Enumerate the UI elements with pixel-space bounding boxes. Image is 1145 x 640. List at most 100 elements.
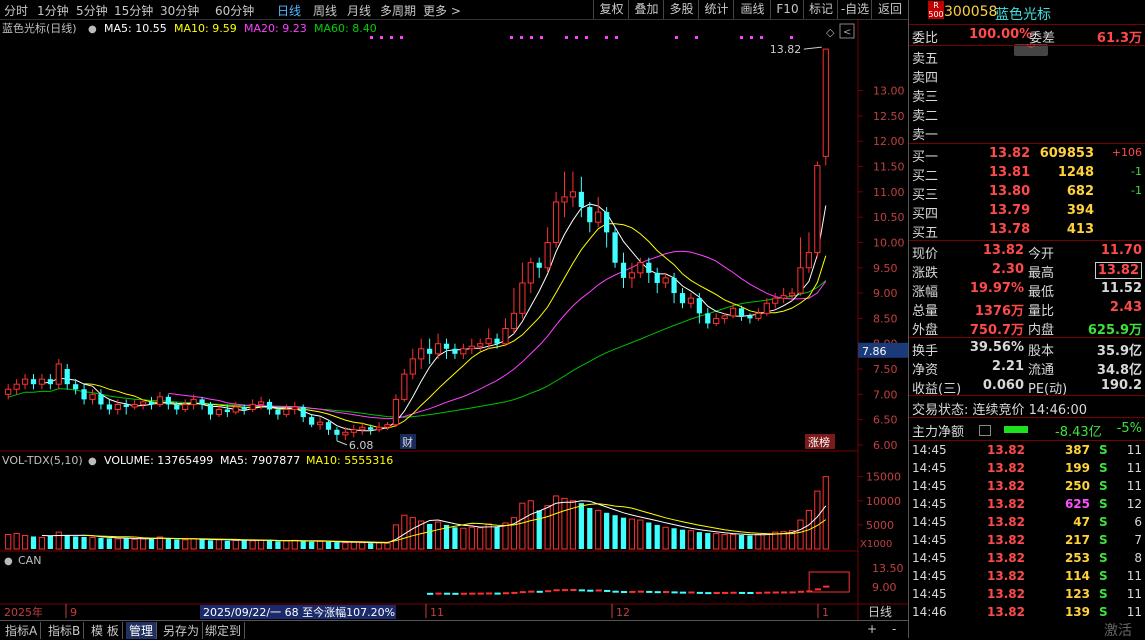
weicha-value: 61.3万 [1096, 31, 1142, 46]
date-tick-label: 12 [616, 606, 630, 619]
candle-body [73, 384, 79, 390]
bottom-tab-4[interactable]: 另存为 [160, 622, 204, 639]
volume-bar [427, 523, 433, 549]
signal-dot [675, 36, 678, 39]
stat-label: 今开 [1028, 247, 1055, 262]
volume-bar [696, 532, 702, 549]
toolbar-button-5[interactable]: F10 [770, 0, 804, 19]
period-tab-7[interactable]: 周线 [313, 2, 337, 19]
candle-body [156, 396, 164, 405]
high-pointer [803, 46, 822, 50]
period-tab-9[interactable]: 多周期 [380, 2, 416, 19]
can-bar [738, 591, 746, 594]
buy-level-4[interactable]: 买五 13.78 413 [909, 221, 1145, 241]
stat-value: 1376万 [974, 304, 1024, 319]
buy-level-price: 13.81 [989, 165, 1031, 180]
vol-title: VOL-TDX(5,10) [2, 454, 83, 467]
stat-value: 2.30 [991, 262, 1024, 277]
buy-level-label: 买五 [912, 226, 939, 241]
buy-level-1[interactable]: 买二 13.81 1248 -1 [909, 164, 1145, 184]
bottom-tab-3[interactable]: 管理 [126, 622, 158, 639]
tick-volume: 47 [1073, 515, 1090, 529]
candle-body [224, 409, 230, 413]
bottom-tab-0[interactable]: 指标A [2, 622, 42, 639]
sell-level-label: 卖一 [912, 128, 939, 143]
stat-value: 750.7万 [969, 323, 1024, 338]
can-bar [545, 590, 552, 593]
toolbar-button-3[interactable]: 统计 [698, 0, 734, 19]
period-tab-6[interactable]: 日线 [277, 2, 301, 19]
tick-time: 14:45 [912, 461, 947, 475]
buy-level-change: -1 [1131, 184, 1142, 197]
signal-dot [740, 36, 743, 39]
tick-time: 14:45 [912, 479, 947, 493]
buy-level-0[interactable]: 买一 13.82 609853 +106 [909, 145, 1145, 165]
candle-body [671, 277, 677, 294]
zoom-out-button[interactable]: - [889, 622, 899, 636]
toolbar-button-7[interactable]: -自选 [837, 0, 872, 19]
period-tab-3[interactable]: 15分钟 [114, 2, 153, 19]
volume-bar [620, 517, 627, 549]
candle-body [300, 406, 306, 418]
period-tab-10[interactable]: 更多 > [423, 2, 461, 19]
main-flow-pct: -5% [1116, 421, 1142, 436]
buy-level-label: 买一 [912, 150, 939, 165]
toolbar-button-0[interactable]: 复权 [593, 0, 629, 19]
bottom-tab-1[interactable]: 指标B [45, 622, 85, 639]
buy-level-volume: 682 [1066, 184, 1094, 199]
kline-chart[interactable]: 蓝色光标(日线) ● MA5: 10.55 MA10: 9.59 MA20: 9.23 M… [0, 20, 908, 620]
buy-level-3[interactable]: 买四 13.79 394 [909, 202, 1145, 222]
toolbar-button-1[interactable]: 叠加 [628, 0, 664, 19]
volume-bar [384, 542, 391, 550]
period-tab-8[interactable]: 月线 [347, 2, 371, 19]
toolbar-button-8[interactable]: 返回 [871, 0, 908, 19]
candle-body [822, 48, 829, 157]
sell-level-2[interactable]: 卖三 [909, 85, 1145, 105]
sell-level-4[interactable]: 卖一 [909, 123, 1145, 143]
can-bar [595, 589, 602, 592]
tick-time: 14:45 [912, 443, 947, 457]
stat-row-2: 涨幅 19.97% 最低 11.52 [909, 280, 1145, 300]
volume-bar [334, 542, 340, 549]
high-price-label: 13.82 [770, 43, 802, 56]
can-bar [502, 592, 510, 595]
volume-bar [713, 533, 720, 550]
sell-level-0[interactable]: 卖五 [909, 47, 1145, 67]
volume-bar [283, 540, 290, 550]
candle-body [283, 409, 290, 416]
volume-bar [316, 540, 324, 550]
volume-bar [409, 517, 416, 550]
buy-level-2[interactable]: 买三 13.80 682 -1 [909, 183, 1145, 203]
toolbar-button-4[interactable]: 画线 [733, 0, 771, 19]
can-bar [494, 592, 501, 595]
y-axis-label: 6.50 [873, 414, 898, 427]
sell-level-1[interactable]: 卖四 [909, 66, 1145, 86]
toolbar-button-6[interactable]: 标记 [803, 0, 838, 19]
zoom-in-button[interactable]: + [864, 622, 880, 636]
volume-bar [587, 508, 593, 549]
toolbar-button-2[interactable]: 多股 [663, 0, 699, 19]
signal-dot [750, 36, 753, 39]
period-tab-5[interactable]: 60分钟 [215, 2, 254, 19]
list-icon[interactable] [979, 425, 991, 436]
volume-bar [64, 535, 70, 549]
bottom-tab-2[interactable]: 模 板 [88, 622, 123, 639]
period-tab-1[interactable]: 1分钟 [37, 2, 69, 19]
volume-bar [747, 535, 753, 549]
circle-icon: ● [88, 456, 97, 467]
period-tab-2[interactable]: 5分钟 [76, 2, 108, 19]
candle-body [350, 429, 357, 433]
bottom-tab-5[interactable]: 绑定到 [202, 622, 246, 639]
sell-level-3[interactable]: 卖二 [909, 104, 1145, 124]
tick-price: 13.82 [987, 497, 1025, 511]
tick-volume: 114 [1064, 569, 1090, 583]
candle-body [595, 211, 602, 223]
fund-value: 2.21 [991, 359, 1024, 374]
period-tab-0[interactable]: 分时 [4, 2, 28, 19]
tick-direction: S [1099, 533, 1108, 547]
volume-bar [654, 524, 660, 549]
volume-bar [671, 528, 677, 549]
period-tab-4[interactable]: 30分钟 [160, 2, 199, 19]
y-axis-label: 10.00 [873, 236, 905, 249]
can-bar [561, 589, 569, 592]
